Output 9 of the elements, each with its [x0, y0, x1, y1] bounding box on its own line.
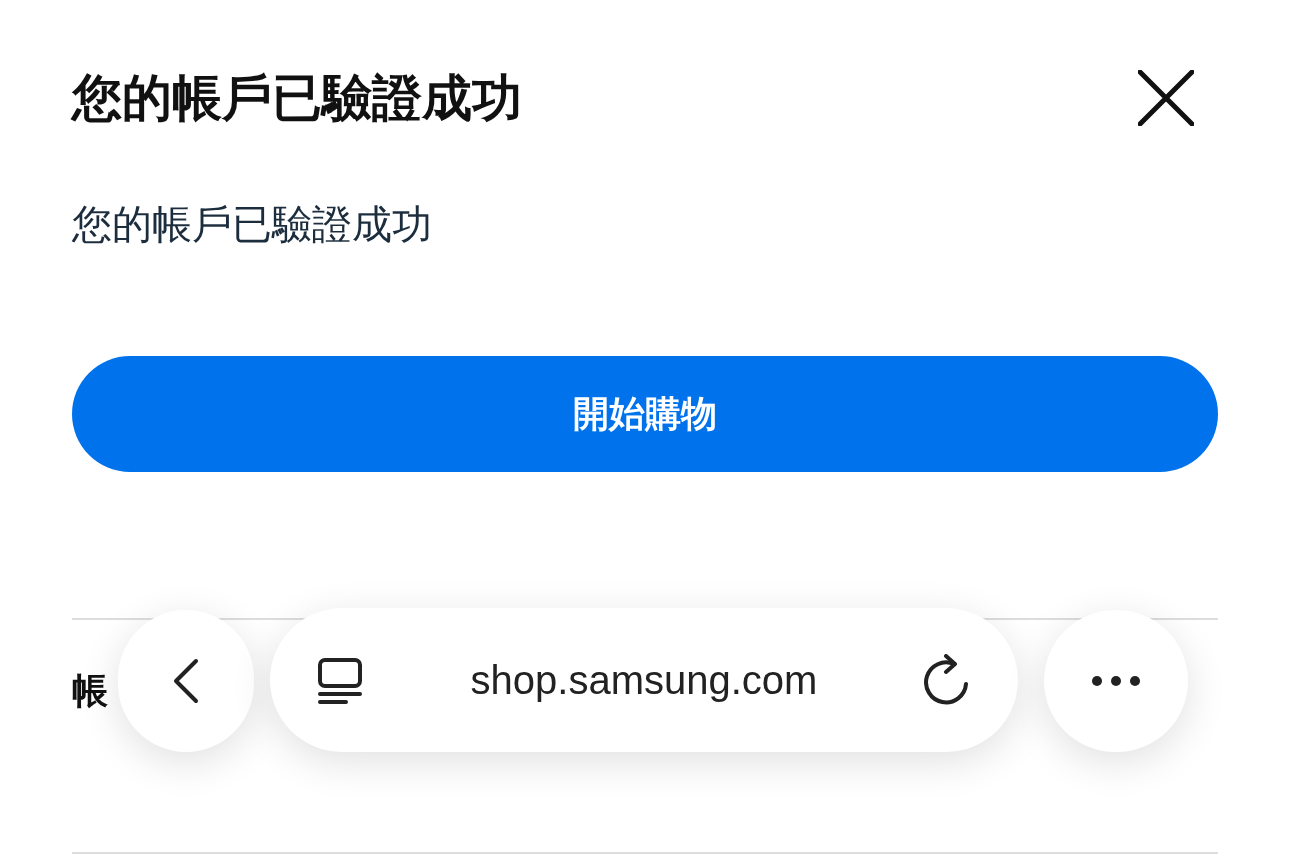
reader-icon[interactable] [316, 656, 364, 704]
close-icon[interactable] [1136, 68, 1196, 128]
dialog-title: 您的帳戶已驗證成功 [72, 69, 522, 128]
section-heading: 帳 [72, 669, 108, 713]
url-text: shop.samsung.com [469, 657, 819, 704]
start-shopping-button[interactable]: 開始購物 [72, 356, 1218, 472]
address-bar[interactable]: shop.samsung.com [270, 608, 1018, 752]
more-icon [1091, 675, 1141, 687]
dialog-message: 您的帳戶已驗證成功 [72, 201, 433, 248]
